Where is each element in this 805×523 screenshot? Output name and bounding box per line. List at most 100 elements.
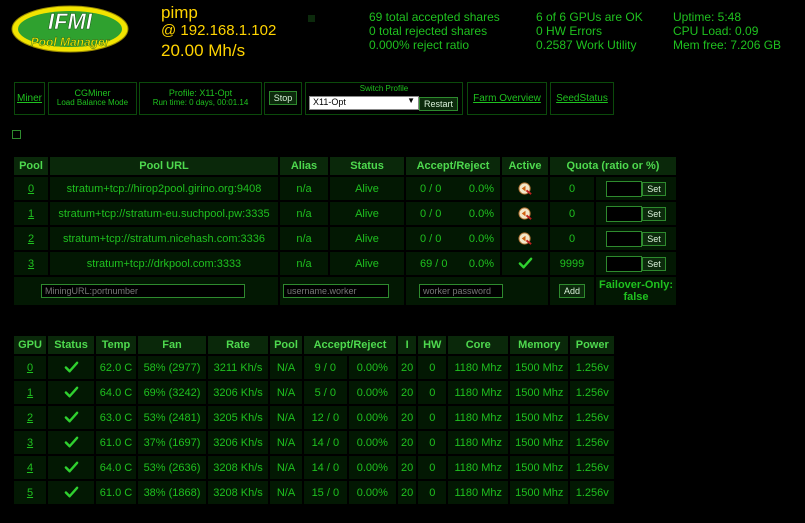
add-button-cell: Add [550,277,594,305]
gpu-temp: 61.0 C [96,431,136,454]
gpu-row: 1 64.0 C 69% (3242) 3206 Kh/s N/A 5 / 0 0.00% 2… [14,381,615,404]
mining-url-input[interactable]: MiningURL:portnumber [41,284,245,298]
gpu-id-link[interactable]: 0 [27,362,33,374]
col-intensity: I [398,336,417,354]
gpu-fan: 53% (2636) [138,456,206,479]
gpu-pool: N/A [270,381,302,404]
gpu-id-link[interactable]: 4 [27,462,33,474]
gpu-core: 1180 Mhz [448,431,509,454]
set-quota-button[interactable]: Set [642,206,666,221]
gpus-ok: 6 of 6 GPUs are OK [536,10,643,24]
pool-row: 2 stratum+tcp://stratum.nicehash.com:3336… [14,227,676,250]
pool-accept-reject-cell: 0 / 0 0.0% [406,177,500,200]
stop-button[interactable]: Stop [268,91,298,105]
gpu-memory: 1500 Mhz [510,356,569,379]
set-quota-button[interactable]: Set [642,181,666,196]
gpu-status-cell [48,356,94,379]
ifmi-logo: IFMI Pool Manager [10,4,130,54]
gpu-intensity: 20 [398,356,417,379]
gpu-rate: 3205 Kh/s [208,406,268,429]
col-rate: Rate [208,336,268,354]
gpu-id-link[interactable]: 5 [27,487,33,499]
gpu-fan: 58% (2977) [138,356,206,379]
gpu-id-cell: 3 [14,431,46,454]
quota-input[interactable] [606,205,643,222]
farm-overview-cell: Farm Overview [467,82,547,115]
cpu-load: CPU Load: 0.09 [673,24,759,38]
pool-alias: n/a [280,202,328,225]
col-temp: Temp [96,336,136,354]
gpu-id-link[interactable]: 1 [27,387,33,399]
pool-id-link[interactable]: 0 [28,183,34,195]
col-memory: Memory [510,336,569,354]
quota-input[interactable] [606,230,643,247]
pool-accept-reject: 69 / 0 [420,257,448,270]
pool-active-cell [502,202,548,225]
failover-cell: Failover-Only: false [596,277,676,305]
gpu-id-link[interactable]: 3 [27,437,33,449]
seed-status-link[interactable]: SeedStatus [556,93,608,104]
gpu-reject-pct: 0.00% [348,381,396,404]
pool-quota: 0 [550,227,594,250]
gpu-core: 1180 Mhz [448,481,509,504]
gpu-row: 4 64.0 C 53% (2636) 3208 Kh/s N/A 14 / 0 0.00%… [14,456,615,479]
password-input[interactable]: worker password [419,284,503,298]
set-quota-button[interactable]: Set [642,231,666,246]
set-quota-button[interactable]: Set [642,256,666,271]
gpu-id-cell: 0 [14,356,46,379]
gpu-table: GPU Status Temp Fan Rate Pool Accept/Rej… [12,334,616,506]
gpu-core: 1180 Mhz [448,356,509,379]
quota-input[interactable] [606,255,643,272]
gpu-pool: N/A [270,406,302,429]
switch-pool-icon[interactable] [517,207,533,220]
pool-id-link[interactable]: 1 [28,208,34,220]
active-check-icon [518,257,533,269]
pool-id-link[interactable]: 3 [28,258,34,270]
profile-info: Profile: X11-Opt Run time: 0 days, 00:01… [139,82,262,115]
add-url-cell: MiningURL:portnumber [14,277,278,305]
gpu-hw: 0 [418,481,447,504]
profile-select[interactable]: X11-Opt ▼ [309,96,419,110]
gpu-intensity: 20 [398,406,417,429]
pool-quota: 0 [550,177,594,200]
pool-quota: 9999 [550,252,594,275]
col-status: Status [330,157,404,175]
pool-table: Pool Pool URL Alias Status Accept/Reject… [12,155,678,307]
profile-select-value: X11-Opt [313,97,346,107]
gpu-hw: 0 [418,356,447,379]
username-input[interactable]: username.worker [283,284,389,298]
miner-info: CGMiner Load Balance Mode [48,82,137,115]
gpu-accept-reject: 9 / 0 [304,356,347,379]
add-pool-button[interactable]: Add [558,284,585,298]
share-stats: 69 total accepted shares 0 total rejecte… [369,10,500,52]
gpu-fan: 38% (1868) [138,481,206,504]
pool-reject-pct: 0.0% [468,182,494,195]
pool-status: Alive [330,177,404,200]
gpu-reject-pct: 0.00% [348,406,396,429]
toggle-checkbox[interactable] [12,130,21,139]
pool-quota-edit: Set [596,227,676,250]
pool-url: stratum+tcp://hirop2pool.girino.org:9408 [50,177,278,200]
quota-input[interactable] [606,180,643,197]
gpu-id-link[interactable]: 2 [27,412,33,424]
farm-overview-link[interactable]: Farm Overview [473,93,541,104]
gpu-intensity: 20 [398,481,417,504]
add-user-cell: username.worker [280,277,404,305]
pool-accept-reject-wrap: 0 / 0 0.0% [406,233,500,245]
col-power: Power [570,336,615,354]
switch-pool-icon[interactable] [517,232,533,245]
gpu-header-row: GPU Status Temp Fan Rate Pool Accept/Rej… [14,336,615,354]
pool-quota-edit: Set [596,202,676,225]
gpu-memory: 1500 Mhz [510,381,569,404]
pool-accept-reject-wrap: 0 / 0 0.0% [406,183,500,195]
gpu-accept-reject: 14 / 0 [304,431,347,454]
restart-button[interactable]: Restart [419,97,459,111]
col-active: Active [502,157,548,175]
gpu-ok-icon [64,486,79,498]
gpu-accept-reject: 12 / 0 [304,406,347,429]
pool-id-link[interactable]: 2 [28,233,34,245]
switch-pool-icon[interactable] [517,182,533,195]
gpu-rate: 3211 Kh/s [208,356,268,379]
pool-alias: n/a [280,252,328,275]
miner-link[interactable]: Miner [17,93,42,104]
